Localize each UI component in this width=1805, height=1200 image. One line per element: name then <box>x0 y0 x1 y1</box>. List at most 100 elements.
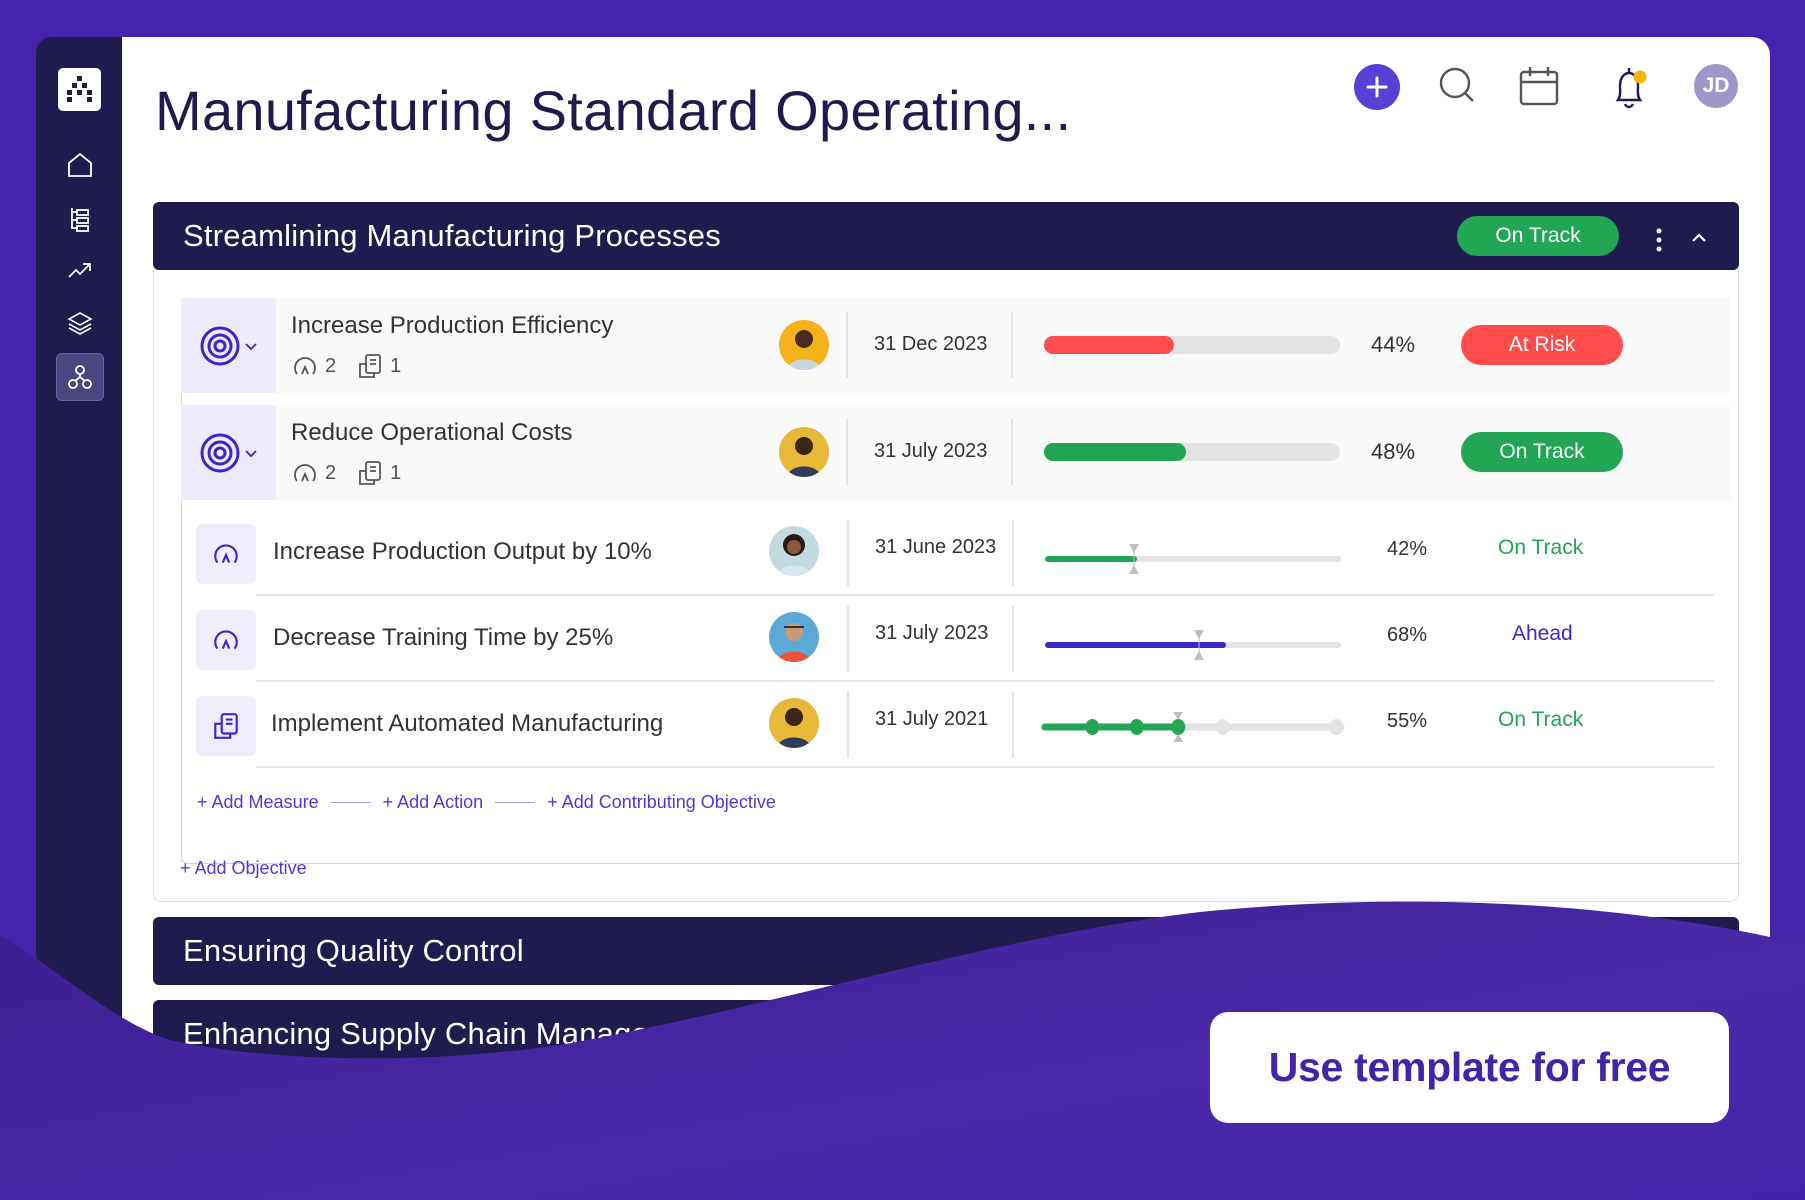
user-avatar[interactable]: JD <box>1694 64 1738 108</box>
measure-title: Increase Production Output by 10% <box>273 538 652 565</box>
progress-bar <box>1045 544 1341 574</box>
sidebar-item-hierarchy[interactable] <box>56 195 104 243</box>
sidebar-item-network[interactable] <box>56 353 104 401</box>
documents-icon <box>214 713 238 739</box>
notifications-button[interactable] <box>1610 64 1652 110</box>
section-header-quality-control[interactable]: Ensuring Quality Control <box>153 917 1739 985</box>
actions-count: 1 <box>390 461 402 484</box>
due-date: 31 Dec 2023 <box>874 333 988 355</box>
sidebar-item-layers[interactable] <box>56 299 104 347</box>
action-row[interactable]: Implement Automated Manufacturing 31 Jul… <box>181 682 1730 768</box>
sidebar-item-home[interactable] <box>56 141 104 189</box>
divider <box>1012 606 1014 672</box>
row-divider <box>256 766 1714 768</box>
progress-fill <box>1044 336 1175 354</box>
connector-line <box>495 801 536 804</box>
documents-icon <box>359 354 382 378</box>
milestone-dot <box>1329 719 1344 735</box>
objective-title: Reduce Operational Costs <box>291 419 573 446</box>
kebab-menu-icon <box>1656 228 1662 252</box>
plus-icon <box>1366 76 1388 98</box>
actions-count: 1 <box>390 354 402 377</box>
measures-count: 2 <box>325 461 337 484</box>
gauge-icon <box>214 630 238 650</box>
add-objective-link[interactable]: + Add Objective <box>180 858 307 879</box>
status-text: On Track <box>1498 708 1584 731</box>
status-text: Ahead <box>1512 622 1573 645</box>
network-icon <box>68 365 92 389</box>
add-action-link[interactable]: + Add Action <box>383 792 484 813</box>
divider <box>1011 419 1013 485</box>
more-options-button[interactable] <box>1655 224 1663 252</box>
measure-row[interactable]: Increase Production Output by 10% 31 Jun… <box>181 510 1730 596</box>
collapse-button[interactable] <box>1687 222 1711 246</box>
target-icon <box>200 326 239 365</box>
measure-type-badge <box>196 524 256 584</box>
add-button[interactable] <box>1354 64 1400 110</box>
objective-row[interactable]: Reduce Operational Costs 2 1 31 July 202… <box>181 405 1730 500</box>
section-title: Enhancing Supply Chain Management <box>183 1016 719 1051</box>
section-status-badge: On Track <box>1457 216 1619 256</box>
person-avatar-icon <box>779 427 829 477</box>
owner-avatar <box>769 612 819 662</box>
add-measure-link[interactable]: + Add Measure <box>197 792 319 813</box>
owner-avatar <box>779 427 829 477</box>
due-date: 31 July 2023 <box>875 622 989 644</box>
section-title: Ensuring Quality Control <box>183 933 524 968</box>
org-chart-logo-icon <box>67 76 92 102</box>
target-icon <box>200 433 239 472</box>
divider <box>1012 520 1014 586</box>
target-marker <box>1128 544 1139 579</box>
gauge-icon <box>214 544 238 564</box>
app-logo[interactable] <box>58 68 101 111</box>
use-template-button[interactable]: Use template for free <box>1210 1012 1729 1123</box>
hierarchy-icon <box>71 208 89 232</box>
objective-meta: 2 1 <box>291 459 401 487</box>
divider <box>847 520 849 586</box>
target-marker-icon <box>1193 630 1204 660</box>
progress-percent: 42% <box>1387 538 1428 560</box>
add-contributing-objective-link[interactable]: + Add Contributing Objective <box>547 792 776 813</box>
measure-row[interactable]: Decrease Training Time by 25% 31 July 20… <box>181 596 1730 682</box>
person-avatar-icon <box>769 612 819 662</box>
sidebar-item-trends[interactable] <box>56 247 104 295</box>
milestone-dot <box>1085 719 1100 735</box>
section-header-streamlining[interactable]: Streamlining Manufacturing Processes On … <box>153 202 1739 270</box>
progress-fill <box>1044 443 1187 461</box>
chevron-down-icon <box>244 449 257 457</box>
gauge-icon <box>294 464 316 482</box>
owner-avatar <box>769 698 819 748</box>
objective-expand-toggle[interactable] <box>181 405 276 500</box>
status-badge-on-track[interactable]: On Track <box>1461 432 1623 472</box>
person-avatar-icon <box>769 698 819 748</box>
progress-bar <box>1044 443 1340 461</box>
search-button[interactable] <box>1437 65 1479 107</box>
chevron-up-icon <box>1692 233 1706 242</box>
objective-row[interactable]: Increase Production Efficiency 2 1 31 De… <box>181 298 1730 393</box>
status-text: On Track <box>1498 536 1584 559</box>
owner-avatar <box>769 526 819 576</box>
milestone-dot <box>1215 719 1230 735</box>
due-date: 31 June 2023 <box>875 536 997 558</box>
due-date: 31 July 2023 <box>874 440 988 462</box>
connector-line <box>330 801 371 804</box>
person-avatar-icon <box>769 526 819 576</box>
progress-percent: 48% <box>1371 439 1416 464</box>
target-marker-icon <box>1128 544 1139 574</box>
divider <box>847 692 849 758</box>
measures-count: 2 <box>325 354 337 377</box>
divider <box>1011 312 1013 378</box>
objective-expand-toggle[interactable] <box>181 298 276 393</box>
progress-percent: 55% <box>1387 710 1428 732</box>
status-badge-at-risk[interactable]: At Risk <box>1461 325 1623 365</box>
bell-icon <box>1615 68 1647 109</box>
calendar-button[interactable] <box>1518 64 1560 108</box>
calendar-icon <box>1519 67 1559 106</box>
layers-icon <box>67 312 93 335</box>
section-title: Streamlining Manufacturing Processes <box>183 218 721 253</box>
divider <box>1012 692 1014 758</box>
gauge-icon <box>294 357 316 375</box>
progress-bar <box>1045 630 1341 660</box>
milestone-progress-bar <box>1041 712 1345 742</box>
action-title: Implement Automated Manufacturing <box>271 710 664 737</box>
